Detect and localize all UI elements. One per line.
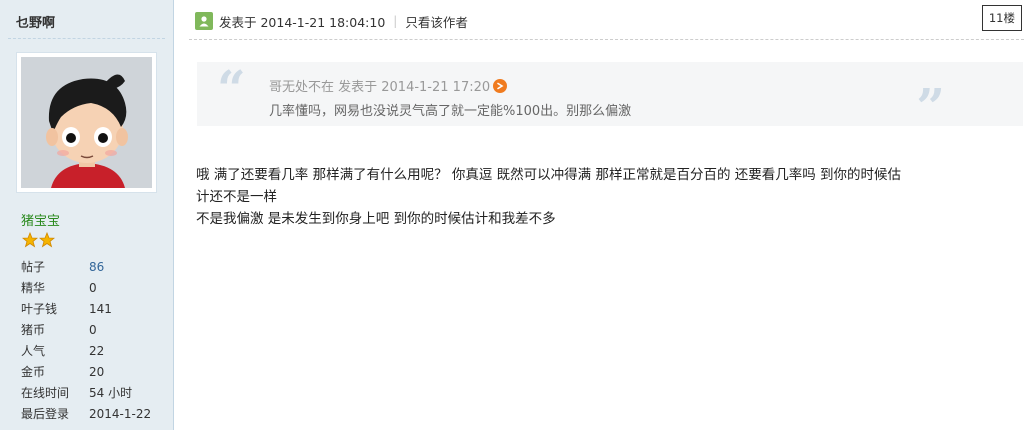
stat-value: 0 — [89, 280, 97, 295]
avatar[interactable] — [16, 52, 157, 193]
stat-label: 金币 — [21, 365, 46, 379]
stat-label: 叶子钱 — [21, 302, 58, 316]
quote-meta: 哥无处不在 发表于 2014-1-21 17:20 — [269, 76, 508, 95]
stat-row-leaf-money: 叶子钱 141 — [21, 298, 161, 319]
stat-value[interactable]: 86 — [89, 260, 104, 274]
post-body-line: 哦 满了还要看几率 那样满了有什么用呢？ 你真逗 既然可以冲得满 那样正常就是百… — [196, 167, 902, 183]
quote-text: 几率懂吗，网易也没说灵气高了就一定能%100出。别那么偏激 — [269, 104, 632, 119]
user-group-label[interactable]: 猪宝宝 — [21, 210, 60, 229]
avatar-image — [21, 57, 152, 188]
rank-stars — [22, 232, 55, 248]
stat-value: 2014-1-22 — [89, 406, 152, 421]
stat-label: 最后登录 — [21, 407, 70, 421]
stat-label: 在线时间 — [21, 386, 70, 400]
author-sidebar: 乜野啊 猪宝宝 帖子 86 精华 0 叶子钱 141 猪币 0 人气 22 金币… — [0, 0, 174, 430]
stat-value: 20 — [89, 364, 105, 379]
stat-value: 141 — [89, 301, 112, 316]
online-status-icon — [195, 12, 213, 30]
post-time: 发表于 2014-1-21 18:04:10 — [219, 14, 386, 30]
stat-value: 22 — [89, 343, 105, 358]
quote-open-icon: “ — [217, 59, 246, 118]
stat-label: 猪币 — [21, 323, 46, 337]
stat-label: 精华 — [21, 281, 46, 295]
stat-row-pig-coin: 猪币 0 — [21, 319, 161, 340]
quote-close-icon: ” — [916, 77, 945, 136]
quote-block: “ 哥无处不在 发表于 2014-1-21 17:20 几率懂吗，网易也没说灵气… — [197, 59, 1023, 132]
separator: | — [393, 14, 398, 28]
stat-row-popularity: 人气 22 — [21, 340, 161, 361]
post-body-line: 不是我偏激 是未发生到你身上吧 到你的时候估计和我差不多 — [196, 211, 556, 227]
stat-value: 54 小时 — [89, 386, 133, 400]
sidebar-divider — [8, 38, 165, 39]
stat-label: 帖子 — [21, 260, 46, 274]
star-icon — [22, 232, 38, 248]
only-author-link[interactable]: 只看该作者 — [405, 12, 468, 31]
stat-row-last-login: 最后登录 2014-1-22 — [21, 403, 161, 424]
stat-row-gold: 金币 20 — [21, 361, 161, 382]
author-name[interactable]: 乜野啊 — [16, 12, 55, 31]
stat-value: 0 — [89, 322, 97, 337]
post-body: 哦 满了还要看几率 那样满了有什么用呢？ 你真逗 既然可以冲得满 那样正常就是百… — [196, 164, 1026, 230]
stat-row-digest: 精华 0 — [21, 277, 161, 298]
star-icon — [39, 232, 55, 248]
stat-label: 人气 — [21, 344, 46, 358]
quote-author-time: 哥无处不在 发表于 2014-1-21 17:20 — [269, 80, 491, 95]
floor-number[interactable]: 11楼 — [981, 5, 1022, 31]
goto-post-icon[interactable] — [493, 78, 508, 93]
post-content-area: 发表于 2014-1-21 18:04:10 | 只看该作者 11楼 “ 哥无处… — [175, 0, 1034, 430]
post-header: 发表于 2014-1-21 18:04:10 | 只看该作者 — [195, 11, 468, 31]
header-divider — [189, 39, 1024, 40]
stat-row-online-time: 在线时间 54 小时 — [21, 382, 161, 403]
stat-row-posts: 帖子 86 — [21, 256, 161, 277]
post-body-line: 计还不是一样 — [196, 189, 277, 205]
author-stats: 帖子 86 精华 0 叶子钱 141 猪币 0 人气 22 金币 20 在线时间… — [21, 256, 161, 424]
